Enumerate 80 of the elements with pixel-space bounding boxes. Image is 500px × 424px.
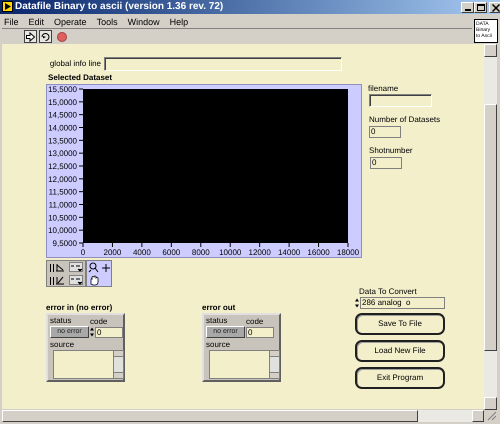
run-continuously-button[interactable] [39,30,52,43]
scroll-thumb[interactable] [484,104,497,351]
y-tick-label: 13,0000 [48,149,77,158]
y-tick-label: 10,5000 [48,213,77,222]
maximize-icon [476,4,484,11]
run-button[interactable] [24,30,37,43]
cluster-title: error in (no error) [46,303,112,313]
x-tick-label: 2000 [104,248,122,257]
filename-field [369,94,432,107]
panel-button[interactable]: Load New File [355,340,445,362]
menu-item[interactable]: Tools [94,16,120,28]
x-tick-label: 4000 [133,248,151,257]
info-line-field[interactable] [104,57,342,71]
panel-button[interactable]: Save To File [355,313,445,335]
y-tick-label: 14,5000 [48,110,77,120]
x-tick-label: 14000 [278,248,300,257]
spinner-arrows-icon[interactable] [90,327,94,337]
x-tick-label: 6000 [162,248,180,257]
cycle-arrows-icon [40,32,51,42]
scroll-right-button[interactable] [472,410,484,422]
x-tick-label: 8000 [192,248,210,257]
field-label: global info line [48,59,101,69]
y-tick-label: 12,0000 [48,174,77,184]
y-tick-label: 11,5000 [48,188,77,197]
close-icon [492,4,500,12]
abort-button[interactable] [55,30,68,43]
code-field: 0 [246,327,274,338]
y-tick-label: 11,0000 [48,200,77,210]
x-tick-label: 18000 [336,248,360,257]
x-tick-label: 16000 [307,248,330,257]
y-tick-label: 15,5000 [48,85,77,94]
y-tick-label: 14,0000 [48,124,77,132]
cluster-title: error out [202,303,236,313]
field-label: source [50,340,74,349]
resize-grip-icon[interactable] [486,410,498,422]
x-tick-label: 12000 [248,248,271,257]
chart-label: Selected Dataset [48,73,112,83]
crosshair-icon[interactable] [101,263,111,273]
minimize-icon [464,9,470,11]
window-title: Datafile Binary to ascii (version 1.36 rev. 72) [15,0,224,14]
y-tick-label: 12,5000 [48,162,77,171]
field-label: Shotnumber [369,146,413,156]
arrow-icon [25,32,36,42]
menu-item[interactable]: Window [126,16,162,28]
x-tick-label: 10000 [219,248,242,257]
y-tick-label: 9,5000 [52,239,77,248]
y-tick-label: 10,0000 [48,226,77,236]
field-label: status [206,316,228,325]
stop-icon [56,32,66,42]
field-label: code [246,317,264,326]
number-field: 0 [369,126,401,138]
field-label: status [50,316,72,325]
x-tick-label: 0 [80,248,86,257]
menu-item[interactable]: File [2,16,21,28]
code-field: 0 [95,327,123,338]
close-button[interactable] [489,2,500,13]
y-tick-label: 15,0000 [48,98,77,107]
field-label: code [90,317,108,326]
menu-item[interactable]: Operate [52,16,89,28]
vertical-scrollbar[interactable] [484,44,497,410]
field-label: Data To Convert [359,287,417,297]
field-label: source [206,340,230,349]
number-field: 0 [370,157,402,169]
minimize-button[interactable] [461,2,474,13]
format-icon[interactable] [69,275,83,286]
app-icon [2,1,13,12]
panel-button[interactable]: Exit Program [355,367,445,389]
menu-item[interactable]: Help [168,16,190,28]
maximize-button[interactable] [474,2,487,13]
field-label: Number of Datasets [369,115,440,125]
y-tick-label: 13,5000 [48,136,77,146]
field-label: filename [368,84,398,94]
spinner-arrows-icon[interactable] [355,298,359,308]
ring-field[interactable]: 286 analog o [360,297,445,309]
format-icon[interactable] [69,262,83,273]
y-scale-lock-icon[interactable] [49,275,65,286]
zoom-icon[interactable] [88,262,99,273]
hand-icon[interactable] [89,275,100,286]
x-scale-lock-icon[interactable] [49,262,65,273]
menu-item[interactable]: Edit [26,16,46,28]
